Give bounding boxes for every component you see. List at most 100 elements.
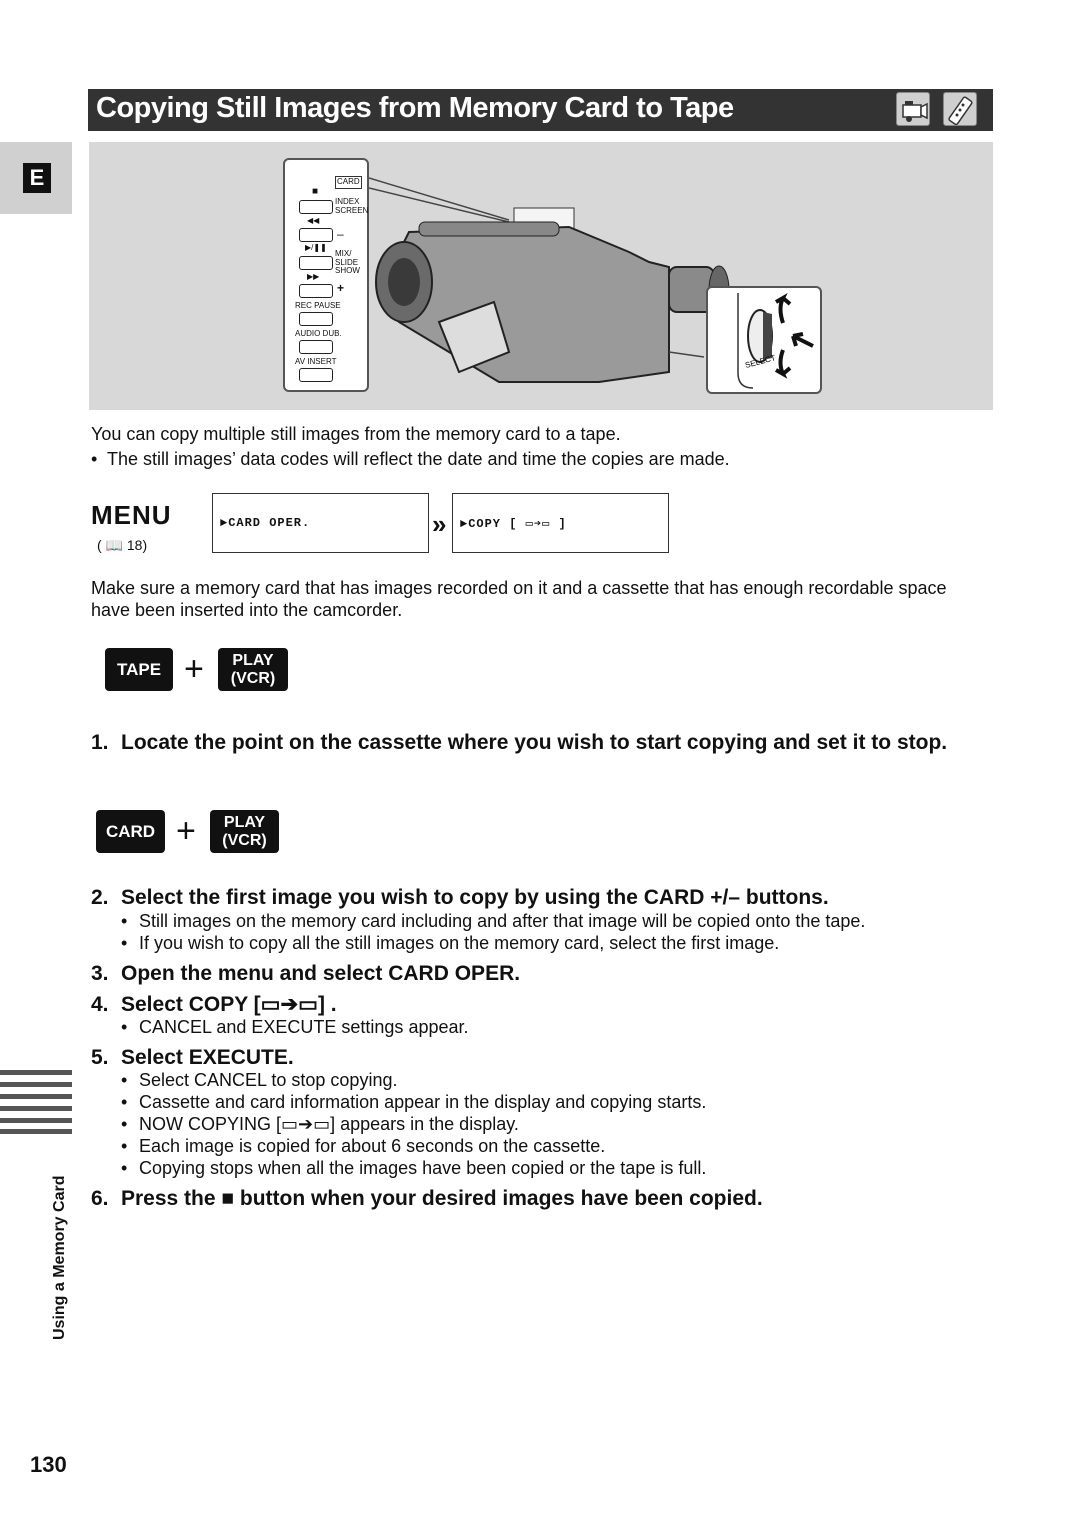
mix-slide-show-label: MIX/ SLIDE SHOW <box>335 249 360 275</box>
index-screen-button <box>299 200 333 214</box>
bullet-text: If you wish to copy all the still images… <box>139 933 780 953</box>
section-stripe <box>0 1070 72 1075</box>
plus-button <box>299 284 333 298</box>
play-vcr-badge: PLAY (VCR) <box>218 648 288 691</box>
bullet-text: Copying stops when all the images have b… <box>139 1158 707 1178</box>
minus-label: – <box>337 227 344 241</box>
prerequisite-text: Make sure a memory card that has images … <box>91 578 947 620</box>
menu-item-card-oper: ►CARD OPER. <box>220 516 311 530</box>
section-stripe <box>0 1094 72 1099</box>
plus-sign: + <box>176 812 196 850</box>
vcr-label: (VCR) <box>230 670 276 687</box>
step-number: 4. <box>91 993 109 1016</box>
section-stripe <box>0 1106 72 1111</box>
rec-pause-button <box>299 312 333 326</box>
bullet: • <box>121 1017 128 1037</box>
camcorder-icon <box>896 92 930 126</box>
bullet: • <box>121 1158 128 1178</box>
step-6: 6. Press the ■ button when your desired i… <box>91 1186 763 1211</box>
plus-label: + <box>337 281 345 295</box>
menu-arrow-icon: » <box>432 509 447 539</box>
intro-text: You can copy multiple still images from … <box>91 424 621 444</box>
plus-sign: + <box>184 650 204 688</box>
step-5-bullet: • Each image is copied for about 6 second… <box>121 1135 605 1157</box>
select-dial-callout: SELECT <box>706 286 822 394</box>
step-number: 1. <box>91 731 109 754</box>
language-tab: E <box>0 142 72 214</box>
step-2: 2. Select the first image you wish to cop… <box>91 885 829 910</box>
audio-dub-label: AUDIO DUB. <box>295 329 342 338</box>
menu-box-card-oper: ►CARD OPER. <box>212 493 429 553</box>
rewind-symbol: ◀◀ <box>307 216 320 225</box>
bullet-text: Select CANCEL to stop copying. <box>139 1070 398 1090</box>
bullet: • <box>121 1136 128 1156</box>
play-vcr-badge: PLAY (VCR) <box>210 810 279 853</box>
step-1: 1. Locate the point on the cassette where… <box>91 730 991 755</box>
bullet: • <box>121 911 128 931</box>
rec-pause-label: REC PAUSE <box>295 301 341 310</box>
title-bar: Copying Still Images from Memory Card to… <box>88 89 993 131</box>
camcorder-illustration: CARD ■ INDEX SCREEN ◀◀ – ▶/❚❚ MIX/ SLIDE… <box>89 142 993 410</box>
tape-mode-badge: TAPE <box>105 648 173 691</box>
step-3: 3. Open the menu and select CARD OPER. <box>91 961 520 986</box>
language-letter: E <box>23 163 51 193</box>
bullet: • <box>121 1114 128 1134</box>
play-label: PLAY <box>232 652 274 669</box>
menu-item-copy: ►COPY [ ▭➔▭ ] <box>460 517 567 531</box>
index-screen-label: INDEX SCREEN <box>335 197 369 215</box>
page-title: Copying Still Images from Memory Card to… <box>96 92 734 124</box>
av-insert-button <box>299 368 333 382</box>
button-panel-callout: CARD ■ INDEX SCREEN ◀◀ – ▶/❚❚ MIX/ SLIDE… <box>283 158 369 392</box>
ff-symbol: ▶▶ <box>307 272 320 281</box>
step-number: 5. <box>91 1046 109 1069</box>
card-label: CARD <box>335 176 362 189</box>
step-5: 5. Select EXECUTE. <box>91 1045 294 1070</box>
menu-box-copy: ►COPY [ ▭➔▭ ] <box>452 493 669 553</box>
bullet-text: Still images on the memory card includin… <box>139 911 866 931</box>
step-text: Locate the point on the cassette where y… <box>121 731 948 754</box>
av-insert-label: AV INSERT <box>295 357 337 366</box>
section-label: Using a Memory Card <box>51 1175 68 1340</box>
step-text: Open the menu and select CARD OPER. <box>121 962 521 985</box>
mix-slide-show-button <box>299 256 333 270</box>
intro-bullet-text: The still images’ data codes will reflec… <box>107 449 730 469</box>
bullet: • <box>121 933 128 953</box>
stop-symbol: ■ <box>312 186 319 197</box>
step-2-bullet: • Still images on the memory card includi… <box>121 910 865 932</box>
bullet-text: Each image is copied for about 6 seconds… <box>139 1136 606 1156</box>
menu-page-reference: ( 📖 18) <box>97 537 148 553</box>
play-label: PLAY <box>223 814 266 831</box>
remote-control-icon <box>943 92 977 126</box>
step-text: Select the first image you wish to copy … <box>121 886 829 909</box>
step-text: Select EXECUTE. <box>121 1046 294 1069</box>
step-2-bullet: • If you wish to copy all the still image… <box>121 932 779 954</box>
card-mode-badge: CARD <box>96 810 165 853</box>
step-5-bullet: • NOW COPYING [▭➔▭] appears in the displa… <box>121 1113 519 1135</box>
step-4-bullet: • CANCEL and EXECUTE settings appear. <box>121 1016 469 1038</box>
section-stripe <box>0 1129 72 1134</box>
bullet-text: Cassette and card information appear in … <box>139 1092 707 1112</box>
play-pause-symbol: ▶/❚❚ <box>305 243 327 252</box>
step-number: 2. <box>91 886 109 909</box>
section-stripe <box>0 1082 72 1087</box>
vcr-label: (VCR) <box>222 832 267 849</box>
bullet-text: NOW COPYING [▭➔▭] appears in the display… <box>139 1114 519 1134</box>
minus-button <box>299 228 333 242</box>
step-5-bullet: • Copying stops when all the images have … <box>121 1157 706 1179</box>
step-number: 3. <box>91 962 109 985</box>
step-text: Select COPY [▭➔▭] . <box>121 993 337 1016</box>
menu-label: MENU <box>91 500 172 530</box>
bullet: • <box>91 449 98 469</box>
section-stripe <box>0 1118 72 1123</box>
bullet: • <box>121 1092 128 1112</box>
bullet: • <box>121 1070 128 1090</box>
step-4: 4. Select COPY [▭➔▭] . <box>91 992 337 1017</box>
step-5-bullet: • Cassette and card information appear in… <box>121 1091 706 1113</box>
page-number: 130 <box>30 1452 67 1477</box>
step-number: 6. <box>91 1187 109 1210</box>
step-5-bullet: • Select CANCEL to stop copying. <box>121 1069 397 1091</box>
bullet-text: CANCEL and EXECUTE settings appear. <box>139 1017 469 1037</box>
audio-dub-button <box>299 340 333 354</box>
intro-bullet: • The still images’ data codes will refl… <box>91 448 730 470</box>
step-text: Press the ■ button when your desired ima… <box>121 1187 763 1210</box>
